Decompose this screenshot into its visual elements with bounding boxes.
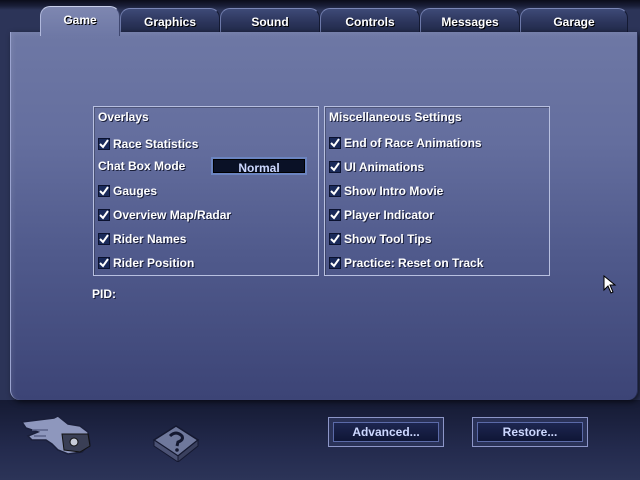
ui-animations-checkbox[interactable]: UI Animations [329,159,424,175]
pid-label: PID: [92,287,116,301]
end-of-race-animations-checkbox[interactable]: End of Race Animations [329,135,482,151]
chat-box-mode-label-row: Chat Box Mode [98,158,185,174]
player-indicator-checkbox[interactable]: Player Indicator [329,207,434,223]
tab-sound[interactable]: Sound [220,8,320,32]
gauges-checkbox[interactable]: Gauges [98,183,157,199]
show-intro-movie-label: Show Intro Movie [344,184,444,198]
pointing-hand-icon[interactable] [18,406,96,458]
chat-box-mode-dropdown[interactable]: Normal [211,157,307,175]
restore-button-frame: Restore... [472,417,588,447]
misc-settings-title: Miscellaneous Settings [329,110,462,124]
checkmark-icon [329,185,341,197]
misc-settings-group: Miscellaneous Settings End of Race Anima… [324,106,550,276]
rider-position-checkbox[interactable]: Rider Position [98,255,194,271]
overlays-group: Overlays Race Statistics Chat Box Mode N… [93,106,319,276]
race-statistics-label: Race Statistics [113,137,199,151]
practice-reset-on-track-label: Practice: Reset on Track [344,256,484,270]
overview-map-checkbox[interactable]: Overview Map/Radar [98,207,231,223]
ui-animations-label: UI Animations [344,160,425,174]
tab-garage[interactable]: Garage [520,8,628,32]
tab-messages[interactable]: Messages [420,8,520,32]
end-of-race-animations-label: End of Race Animations [344,136,482,150]
rider-position-label: Rider Position [113,256,195,270]
show-intro-movie-checkbox[interactable]: Show Intro Movie [329,183,443,199]
player-indicator-label: Player Indicator [344,208,435,222]
options-screen: Game Graphics Sound Controls Messages Ga… [0,0,640,480]
gauges-label: Gauges [113,184,158,198]
advanced-button-frame: Advanced... [328,417,444,447]
checkmark-icon [98,209,110,221]
checkmark-icon [98,233,110,245]
chat-box-mode-label: Chat Box Mode [98,159,186,173]
checkmark-icon [98,138,110,150]
tab-game[interactable]: Game [40,6,120,36]
advanced-button[interactable]: Advanced... [333,422,439,442]
race-statistics-checkbox[interactable]: Race Statistics [98,136,198,152]
practice-reset-on-track-checkbox[interactable]: Practice: Reset on Track [329,255,483,271]
checkmark-icon [98,185,110,197]
checkmark-icon [329,137,341,149]
rider-names-checkbox[interactable]: Rider Names [98,231,186,247]
show-tool-tips-checkbox[interactable]: Show Tool Tips [329,231,432,247]
restore-button[interactable]: Restore... [477,422,583,442]
tab-graphics[interactable]: Graphics [120,8,220,32]
checkmark-icon [98,257,110,269]
checkmark-icon [329,233,341,245]
checkmark-icon [329,257,341,269]
overlays-title: Overlays [98,110,149,124]
mouse-cursor-icon [603,274,617,300]
overview-map-label: Overview Map/Radar [113,208,232,222]
checkmark-icon [329,209,341,221]
tab-controls[interactable]: Controls [320,8,420,32]
rider-names-label: Rider Names [113,232,187,246]
tab-bar: Game Graphics Sound Controls Messages Ga… [10,6,636,36]
checkmark-icon [329,161,341,173]
show-tool-tips-label: Show Tool Tips [344,232,432,246]
bottom-bar: Advanced... Restore... [0,400,640,480]
help-book-icon[interactable] [150,420,202,464]
